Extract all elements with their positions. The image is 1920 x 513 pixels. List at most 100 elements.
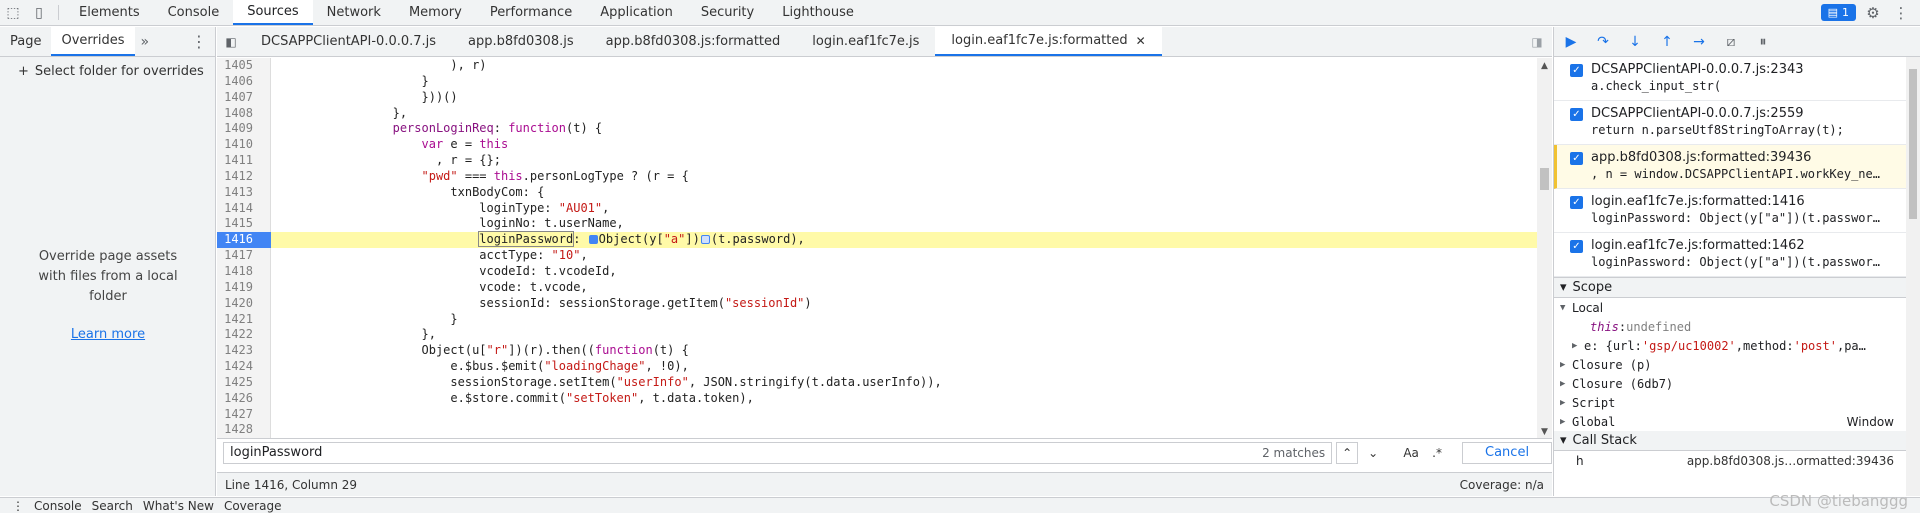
code-lines[interactable]: 1405 ), r) 1406 } 1407 }))() 1408 }, 1409 pe… <box>217 58 1537 440</box>
line-number[interactable]: 1410 <box>217 137 261 154</box>
file-tab-active[interactable]: login.eaf1fc7e.js:formatted ✕ <box>935 27 1162 56</box>
code-line[interactable]: 1415 loginNo: t.userName, <box>217 216 1537 233</box>
line-number[interactable]: 1414 <box>217 200 261 217</box>
code-line[interactable]: 1414 loginType: "AU01", <box>217 200 1537 217</box>
line-number[interactable]: 1424 <box>217 359 261 375</box>
line-number[interactable]: 1420 <box>217 295 261 312</box>
code-line[interactable]: 1418 vcodeId: t.vcodeId, <box>217 263 1537 280</box>
drawer-tab-whats-new[interactable]: What's New <box>143 499 214 513</box>
tab-network[interactable]: Network <box>313 0 395 25</box>
file-tab[interactable]: DCSAPPClientAPI-0.0.0.7.js <box>245 27 452 56</box>
scope-var-this[interactable]: this: undefined <box>1554 317 1920 336</box>
line-number[interactable]: 1428 <box>217 422 261 439</box>
code-line[interactable]: 1413 txnBodyCom: { <box>217 184 1537 201</box>
double-chevron-right-icon[interactable]: » <box>135 27 156 56</box>
tab-page[interactable]: Page <box>0 27 51 56</box>
scope-local[interactable]: ▼ Local <box>1554 298 1920 317</box>
scope-global[interactable]: ▶ Global Window <box>1554 412 1920 431</box>
line-number[interactable]: 1415 <box>217 216 261 233</box>
code-line[interactable]: 1423 Object(u["r"])(r).then((function(t)… <box>217 343 1537 360</box>
search-input[interactable]: loginPassword 2 matches <box>223 441 1333 464</box>
code-line[interactable]: 1421 } <box>217 311 1537 328</box>
code-line[interactable]: 1410 var e = this <box>217 137 1537 154</box>
line-number[interactable]: 1423 <box>217 343 261 360</box>
scrollbar-thumb[interactable] <box>1909 69 1917 219</box>
line-number[interactable]: 1409 <box>217 121 261 138</box>
line-number[interactable]: 1412 <box>217 168 261 185</box>
code-line[interactable]: 1425 sessionStorage.setItem("userInfo", … <box>217 374 1537 391</box>
toggle-navigator-icon[interactable]: ◧ <box>217 27 245 56</box>
callstack-header[interactable]: ▾ Call Stack <box>1554 431 1920 451</box>
line-number[interactable]: 1417 <box>217 248 261 264</box>
tab-overrides[interactable]: Overrides <box>51 27 135 56</box>
scope-script[interactable]: ▶ Script <box>1554 393 1920 412</box>
code-line[interactable]: 1406 } <box>217 73 1537 90</box>
line-number[interactable]: 1421 <box>217 311 261 328</box>
code-line[interactable]: 1412 "pwd" === this.personLogType ? (r =… <box>217 168 1537 185</box>
line-number[interactable]: 1425 <box>217 374 261 391</box>
settings-gear-icon[interactable]: ⚙ <box>1862 2 1884 24</box>
callstack-frame[interactable]: h app.b8fd0308.js…ormatted:39436 <box>1554 451 1920 471</box>
close-tab-icon[interactable]: ✕ <box>1136 34 1146 48</box>
select-folder-button[interactable]: + Select folder for overrides <box>0 59 215 83</box>
breakpoint-checkbox[interactable]: ✓ <box>1570 240 1583 253</box>
code-line[interactable]: 1417 acctType: "10", <box>217 248 1537 264</box>
drawer-menu-icon[interactable]: ⋮ <box>12 499 24 513</box>
scope-closure-6db7[interactable]: ▶ Closure (6db7) <box>1554 374 1920 393</box>
toggle-debugger-icon[interactable]: ◨ <box>1522 27 1552 56</box>
step-into-icon[interactable]: ↓ <box>1626 34 1644 50</box>
breakpoint-checkbox[interactable]: ✓ <box>1570 108 1583 121</box>
breakpoint-item[interactable]: ✓ login.eaf1fc7e.js:formatted:1416 loginPa… <box>1554 189 1920 233</box>
breakpoint-checkbox[interactable]: ✓ <box>1570 196 1583 209</box>
code-line[interactable]: 1424 e.$bus.$emit("loadingChage", !0), <box>217 359 1537 375</box>
line-number[interactable]: 1419 <box>217 279 261 296</box>
learn-more-link[interactable]: Learn more <box>0 327 216 342</box>
scope-closure-p[interactable]: ▶ Closure (p) <box>1554 355 1920 374</box>
more-options-icon[interactable]: ⋮ <box>1890 2 1912 24</box>
tab-performance[interactable]: Performance <box>476 0 586 25</box>
code-line[interactable]: 1426 e.$store.commit("setToken", t.data.… <box>217 390 1537 407</box>
tab-elements[interactable]: Elements <box>65 0 154 25</box>
step-icon[interactable]: → <box>1690 34 1708 50</box>
drawer-tab-console[interactable]: Console <box>34 499 82 513</box>
scroll-down-icon[interactable]: ▼ <box>1537 427 1552 437</box>
file-tab[interactable]: app.b8fd0308.js:formatted <box>590 27 797 56</box>
cancel-button[interactable]: Cancel <box>1462 441 1553 464</box>
code-line[interactable]: 1407 }))() <box>217 89 1537 106</box>
step-over-icon[interactable]: ↷ <box>1594 34 1612 50</box>
match-case-button[interactable]: Aa <box>1400 442 1422 464</box>
scope-header[interactable]: ▾ Scope <box>1554 278 1920 298</box>
code-line[interactable]: 1427 <box>217 406 1537 423</box>
scroll-up-icon[interactable]: ▲ <box>1537 61 1552 71</box>
tab-lighthouse[interactable]: Lighthouse <box>768 0 868 25</box>
code-line[interactable]: 1411 , r = {}; <box>217 153 1537 169</box>
code-line[interactable]: 1405 ), r) <box>217 58 1537 74</box>
breakpoint-checkbox[interactable]: ✓ <box>1570 152 1583 165</box>
line-number[interactable]: 1418 <box>217 263 261 280</box>
drawer-tab-search[interactable]: Search <box>92 499 133 513</box>
kebab-menu-icon[interactable]: ⋮ <box>183 27 215 56</box>
line-number[interactable]: 1405 <box>217 58 261 74</box>
breakpoint-item[interactable]: ✓ DCSAPPClientAPI-0.0.0.7.js:2343 a.check_… <box>1554 57 1920 101</box>
line-number[interactable]: 1407 <box>217 89 261 106</box>
line-number[interactable]: 1408 <box>217 105 261 122</box>
line-number[interactable]: 1411 <box>217 153 261 169</box>
code-line[interactable]: 1428 <box>217 422 1537 439</box>
scrollbar-thumb[interactable] <box>1540 168 1549 190</box>
code-line[interactable]: 1419 vcode: t.vcode, <box>217 279 1537 296</box>
deactivate-breakpoints-icon[interactable]: ⧄ <box>1722 34 1740 50</box>
code-line[interactable]: 1416 loginPassword: Object(y["a"]) (t.pas… <box>217 231 1537 249</box>
code-line[interactable]: 1420 sessionId: sessionStorage.getItem("… <box>217 295 1537 312</box>
code-line[interactable]: 1422 }, <box>217 327 1537 344</box>
device-toolbar-icon[interactable]: ▯ <box>26 0 52 25</box>
inspect-element-icon[interactable]: ⬚ <box>0 0 26 25</box>
issues-badge[interactable]: ▤ 1 <box>1820 4 1856 21</box>
tab-sources[interactable]: Sources <box>233 0 313 25</box>
scope-var-e[interactable]: ▶ e: { url: 'gsp/uc10002', method: 'post… <box>1554 336 1920 355</box>
code-line[interactable]: 1409 personLoginReq: function(t) { <box>217 121 1537 138</box>
regex-button[interactable]: .* <box>1426 442 1448 464</box>
next-match-icon[interactable]: ⌄ <box>1362 442 1384 464</box>
vertical-scrollbar[interactable]: ▲ ▼ <box>1537 58 1552 440</box>
line-number[interactable]: 1413 <box>217 184 261 201</box>
tab-security[interactable]: Security <box>687 0 768 25</box>
